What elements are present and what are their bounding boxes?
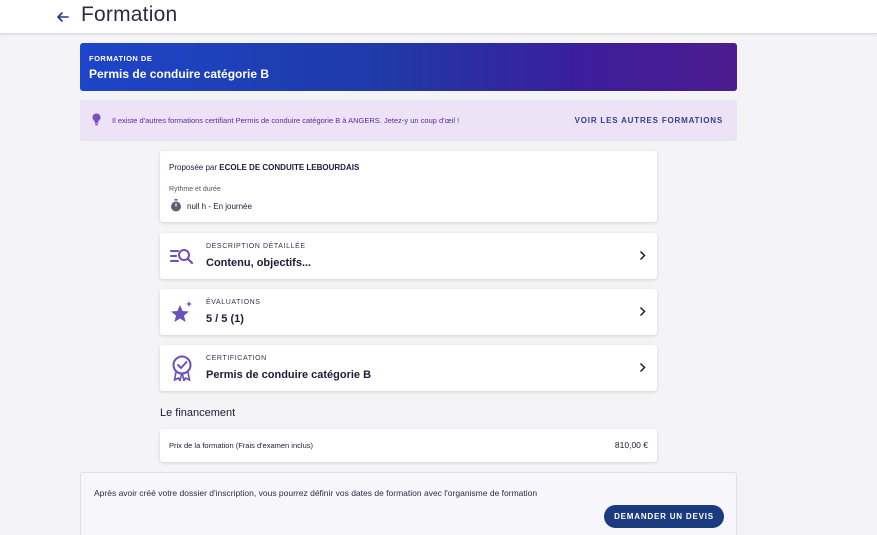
quote-panel: Après avoir créé votre dossier d'inscrip…: [80, 472, 737, 535]
notice-text: Il existe d'autres formations certifiant…: [112, 116, 460, 125]
price-label: Prix de la formation (Frais d'examen inc…: [169, 441, 313, 450]
stars-icon: [171, 301, 192, 322]
back-button[interactable]: [56, 7, 74, 27]
request-quote-button[interactable]: DEMANDER UN DEVIS: [604, 505, 724, 528]
financing-title: Le financement: [160, 407, 236, 419]
chevron-right-icon: [639, 362, 646, 373]
certification-card[interactable]: CERTIFICATION Permis de conduire catégor…: [160, 345, 657, 391]
evaluations-card[interactable]: ÉVALUATIONS 5 / 5 (1): [160, 289, 657, 335]
evaluations-score: 5 / 5 (1): [206, 313, 244, 325]
provider-prefix: Proposée par: [169, 163, 218, 172]
search-list-icon: [170, 249, 194, 265]
page-title: Formation: [81, 3, 178, 26]
rhythm-value: null h - En journée: [187, 202, 252, 211]
chevron-right-icon: [639, 306, 646, 317]
other-formations-notice: Il existe d'autres formations certifiant…: [80, 100, 737, 141]
provider-line: Proposée par ECOLE DE CONDUITE LEBOURDAI…: [169, 163, 359, 172]
provider-name: ECOLE DE CONDUITE LEBOURDAIS: [219, 163, 360, 172]
banner-label: FORMATION DE: [89, 54, 153, 63]
quote-info-text: Après avoir créé votre dossier d'inscrip…: [94, 488, 538, 498]
evaluations-overline: ÉVALUATIONS: [206, 299, 261, 306]
top-bar: Formation: [0, 0, 877, 34]
rhythm-label: Rythme et durée: [169, 186, 221, 193]
banner-title: Permis de conduire catégorie B: [89, 67, 270, 81]
description-overline: DESCRIPTION DÉTAILLÉE: [206, 243, 306, 250]
price-card: Prix de la formation (Frais d'examen inc…: [160, 429, 657, 462]
see-other-formations-link[interactable]: VOIR LES AUTRES FORMATIONS: [575, 116, 723, 125]
lightbulb-icon: [92, 113, 101, 126]
description-title: Contenu, objectifs...: [206, 257, 312, 269]
price-value: 810,00 €: [614, 440, 648, 450]
timer-icon: [171, 199, 181, 212]
description-card[interactable]: DESCRIPTION DÉTAILLÉE Contenu, objectifs…: [160, 233, 657, 279]
formation-banner: FORMATION DE Permis de conduire catégori…: [80, 43, 737, 91]
certification-title: Permis de conduire catégorie B: [206, 369, 372, 381]
chevron-right-icon: [639, 250, 646, 261]
provider-card: Proposée par ECOLE DE CONDUITE LEBOURDAI…: [160, 151, 657, 222]
arrow-left-icon[interactable]: [56, 7, 70, 27]
certificate-badge-icon: [172, 355, 192, 381]
certification-overline: CERTIFICATION: [206, 355, 267, 362]
